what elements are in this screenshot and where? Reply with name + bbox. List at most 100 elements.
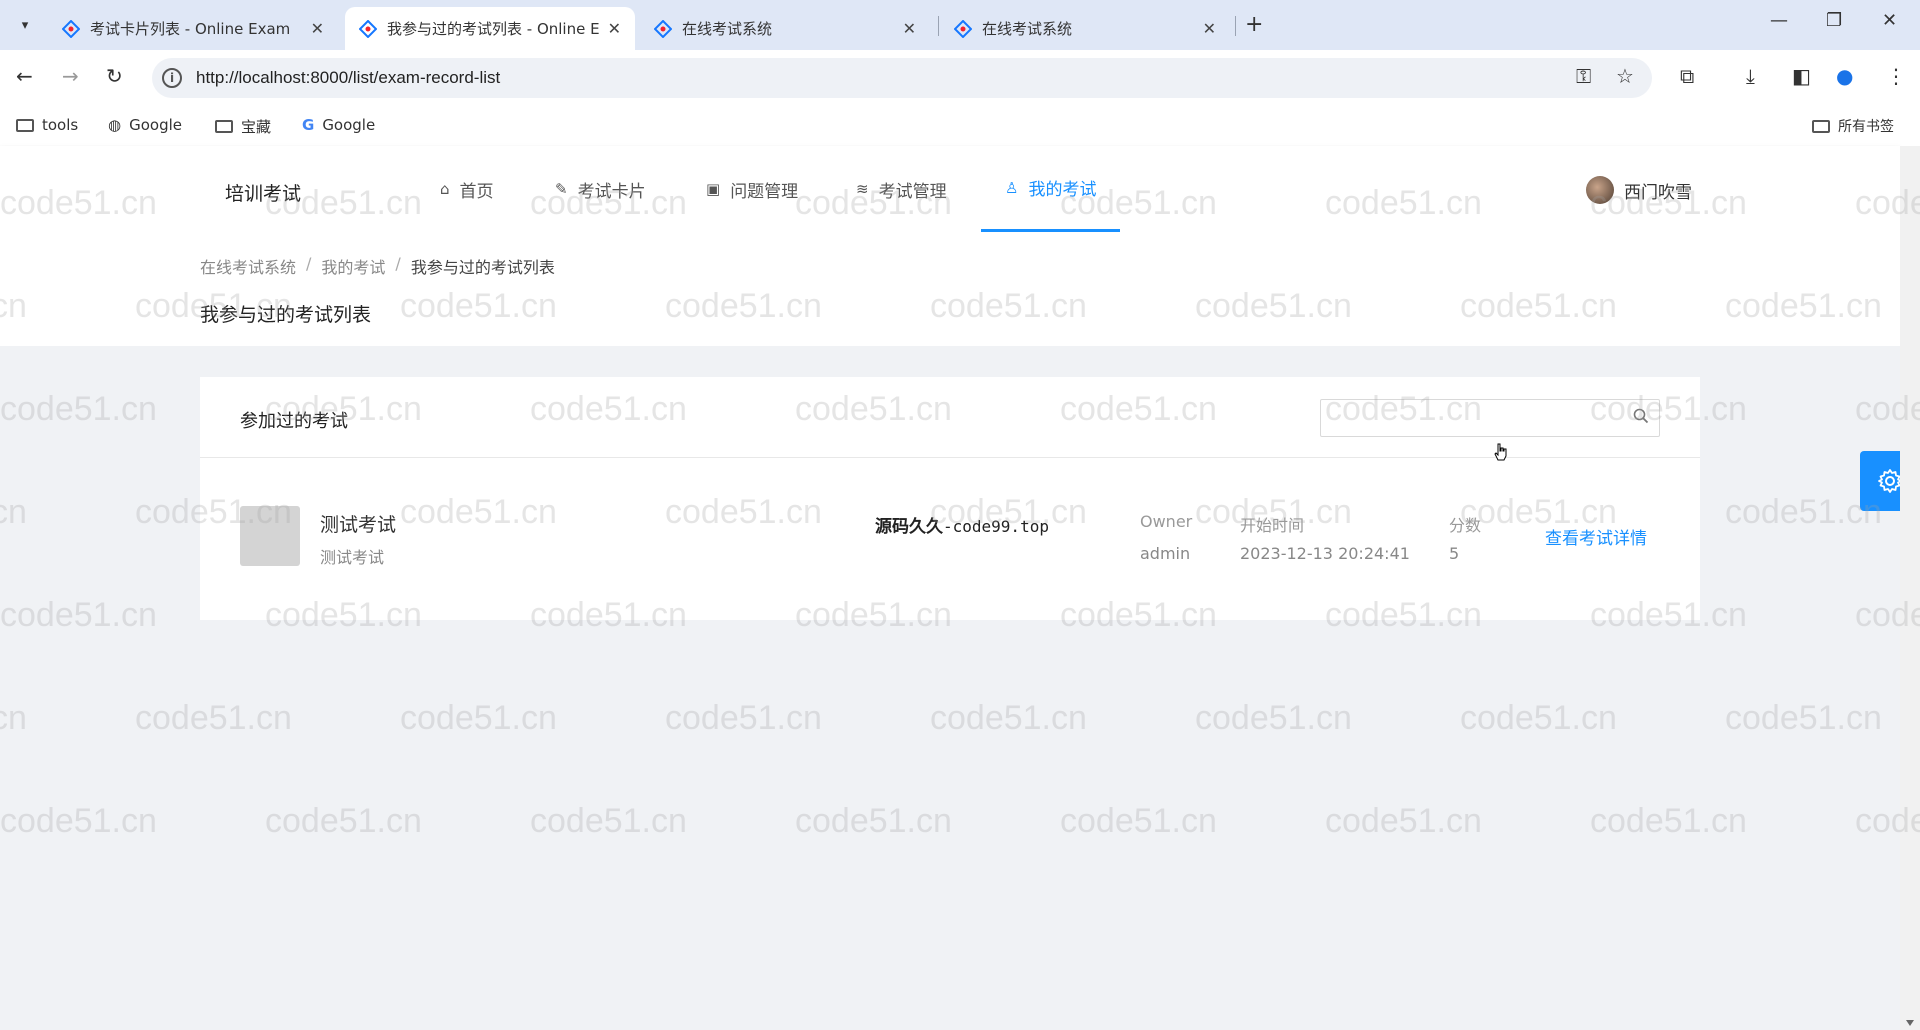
card-icon: ✎	[555, 180, 568, 198]
all-bookmarks[interactable]: 所有书签	[1812, 116, 1894, 136]
bookmark-google-2[interactable]: G Google	[302, 116, 375, 134]
tab-title: 在线考试系统	[682, 20, 773, 38]
side-panel-icon[interactable]: ◧	[1792, 64, 1811, 88]
folder-icon	[16, 118, 34, 132]
bookmark-label: 所有书签	[1838, 119, 1894, 135]
browser-tabstrip: ▾ 考试卡片列表 - Online Exam ✕ 我参与过的考试列表 - Onl…	[0, 0, 1920, 50]
tab-title: 考试卡片列表 - Online Exam	[90, 20, 291, 38]
profile-icon[interactable]: ●	[1836, 64, 1853, 88]
antd-favicon-icon	[62, 19, 80, 38]
folder-icon	[215, 120, 233, 133]
breadcrumb-item[interactable]: 我的考试	[321, 254, 385, 278]
browser-toolbar: ← → ↻ i http://localhost:8000/list/exam-…	[0, 50, 1920, 106]
tab-separator	[1235, 16, 1236, 36]
nav-my-exams[interactable]: ♙ 我的考试	[981, 146, 1121, 232]
owner-value: admin	[1140, 544, 1191, 563]
breadcrumb: 在线考试系统 / 我的考试 / 我参与过的考试列表	[200, 254, 555, 278]
search-box[interactable]	[1320, 399, 1660, 437]
more-menu-icon[interactable]: ⋮	[1886, 64, 1906, 88]
scroll-down-arrow-icon[interactable]	[1906, 1020, 1914, 1026]
browser-tab-1[interactable]: 考试卡片列表 - Online Exam ✕	[48, 7, 338, 50]
breadcrumb-separator: /	[306, 254, 312, 273]
close-tab-icon[interactable]: ✕	[608, 19, 621, 38]
antd-favicon-icon	[654, 19, 672, 38]
nav-label: 考试管理	[878, 181, 947, 202]
antd-favicon-icon	[359, 19, 377, 38]
minimize-icon[interactable]: —	[1770, 10, 1788, 31]
start-time-label: 开始时间	[1240, 516, 1305, 535]
promo-text-code: -code99.top	[943, 517, 1049, 536]
nav-home[interactable]: ⌂ 首页	[440, 146, 494, 232]
breadcrumb-separator: /	[395, 254, 401, 273]
home-icon: ⌂	[440, 180, 450, 198]
breadcrumb-current: 我参与过的考试列表	[410, 258, 555, 277]
browser-tab-4[interactable]: 在线考试系统 ✕	[940, 7, 1230, 50]
bookmark-label: tools	[42, 116, 79, 134]
bookmark-label: 宝藏	[241, 118, 272, 136]
card-title: 参加过的考试	[240, 411, 348, 432]
page-header: 在线考试系统 / 我的考试 / 我参与过的考试列表 我参与过的考试列表	[0, 232, 1900, 346]
key-icon[interactable]: ⚿	[1576, 64, 1591, 88]
list-item: 测试考试 测试考试 源码久久-code99.top Owner admin 开始…	[200, 458, 1700, 618]
new-tab-plus-icon[interactable]: +	[1245, 12, 1263, 37]
tab-search-chevron-icon[interactable]: ▾	[10, 12, 40, 38]
page-scrollbar[interactable]	[1900, 146, 1920, 1030]
bookmarks-bar: tools ◍ Google 宝藏 G Google 所有书签	[0, 106, 1920, 146]
user-menu[interactable]: 西门吹雪	[1586, 176, 1692, 204]
page-viewport: 培训考试 ⌂ 首页 ✎ 考试卡片 ▣ 问题管理 ≋ 考试管理 ♙ 我的考试 西门…	[0, 146, 1920, 1030]
view-exam-detail-link[interactable]: 查看考试详情	[1545, 524, 1647, 549]
bookmark-label: Google	[322, 116, 376, 134]
user-name: 西门吹雪	[1624, 182, 1692, 203]
back-arrow-icon[interactable]: ←	[16, 64, 33, 88]
close-tab-icon[interactable]: ✕	[903, 19, 916, 38]
restore-icon[interactable]: ❐	[1826, 10, 1842, 31]
nav-label: 问题管理	[730, 181, 799, 202]
close-tab-icon[interactable]: ✕	[1203, 19, 1216, 38]
avatar	[1586, 176, 1614, 204]
exam-name: 测试考试	[320, 514, 397, 536]
nav-exam-cards[interactable]: ✎ 考试卡片	[555, 146, 646, 232]
promo-text-cn: 源码久久	[875, 517, 943, 537]
download-icon[interactable]: ⤓	[1746, 64, 1755, 88]
user-icon: ♙	[1005, 178, 1019, 197]
app-logo[interactable]: 培训考试	[225, 179, 301, 206]
bookmark-google[interactable]: ◍ Google	[108, 116, 182, 134]
globe-icon: ◍	[108, 116, 122, 134]
layers-icon: ≋	[856, 180, 869, 198]
reload-icon[interactable]: ↻	[106, 64, 123, 88]
bookmark-tools[interactable]: tools	[16, 116, 78, 134]
google-icon: G	[302, 116, 315, 134]
nav-label: 我的考试	[1028, 180, 1097, 200]
nav-label: 首页	[459, 181, 494, 202]
browser-tab-2[interactable]: 我参与过的考试列表 - Online E ✕	[345, 7, 635, 50]
question-icon: ▣	[706, 180, 721, 198]
extensions-icon[interactable]: ⧉	[1680, 64, 1694, 88]
nav-label: 考试卡片	[577, 181, 646, 202]
address-bar[interactable]: i http://localhost:8000/list/exam-record…	[152, 58, 1652, 98]
owner-label: Owner	[1140, 512, 1193, 531]
hand-cursor-icon	[1494, 443, 1507, 461]
nav-question-management[interactable]: ▣ 问题管理	[706, 146, 798, 232]
site-info-icon[interactable]: i	[162, 68, 182, 88]
exam-description: 测试考试	[320, 548, 385, 567]
score-value: 5	[1449, 544, 1460, 563]
antd-favicon-icon	[954, 19, 972, 38]
promo-text: 源码久久-code99.top	[875, 512, 1049, 537]
bookmark-label: Google	[129, 116, 182, 134]
search-input[interactable]	[1331, 408, 1621, 428]
tab-separator	[938, 16, 939, 36]
start-time-value: 2023-12-13 20:24:41	[1240, 544, 1410, 563]
bookmark-baozang[interactable]: 宝藏	[215, 116, 271, 137]
tab-title: 我参与过的考试列表 - Online E	[387, 20, 600, 38]
close-tab-icon[interactable]: ✕	[311, 19, 324, 38]
close-window-icon[interactable]: ✕	[1882, 10, 1897, 31]
card-header: 参加过的考试	[200, 377, 1700, 458]
browser-tab-3[interactable]: 在线考试系统 ✕	[640, 7, 930, 50]
star-bookmark-icon[interactable]: ☆	[1616, 64, 1634, 88]
breadcrumb-item[interactable]: 在线考试系统	[200, 254, 296, 278]
url-text[interactable]: http://localhost:8000/list/exam-record-l…	[196, 68, 500, 88]
nav-exam-management[interactable]: ≋ 考试管理	[856, 146, 947, 232]
search-icon[interactable]	[1633, 408, 1649, 424]
page-title: 我参与过的考试列表	[200, 304, 372, 326]
forward-arrow-icon[interactable]: →	[62, 64, 79, 88]
